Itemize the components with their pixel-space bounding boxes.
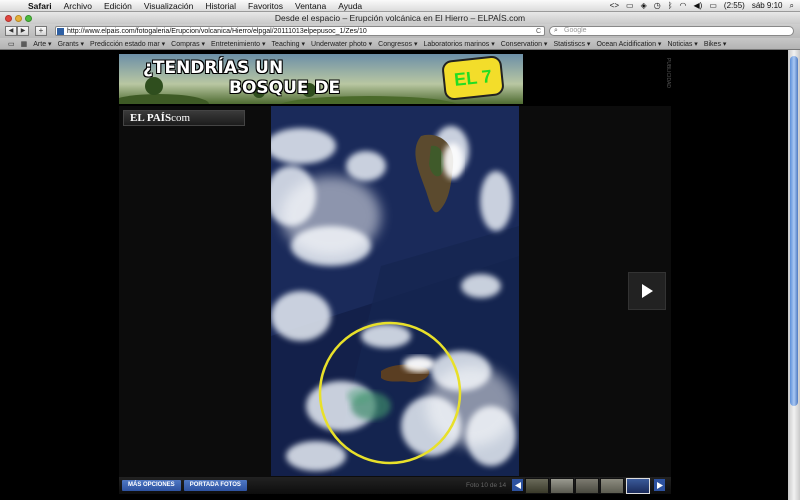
thumbnail[interactable]	[600, 478, 624, 494]
site-favicon-icon	[57, 28, 64, 35]
elpais-logo[interactable]: EL PAÍScom	[123, 110, 245, 126]
battery-icon[interactable]: ▭	[709, 1, 717, 10]
reload-icon[interactable]: C	[536, 27, 541, 35]
menu-visualizacion[interactable]: Visualización	[138, 1, 199, 11]
search-icon: ⌕	[554, 27, 558, 34]
play-arrow-icon	[642, 284, 653, 298]
bookmark-grants[interactable]: Grants ▾	[55, 40, 87, 48]
menu-favoritos[interactable]: Favoritos	[242, 1, 289, 11]
ad-banner[interactable]: ¿TENDRÍAS UN BOSQUE DE EL 7	[119, 54, 523, 104]
volume-icon[interactable]: ◀)	[694, 1, 703, 10]
address-bar[interactable]: http://www.elpais.com/fotogaleria/Erupci…	[55, 26, 545, 36]
window-title: Desde el espacio – Erupción volcánica en…	[274, 13, 526, 23]
satellite-image-graphic	[271, 106, 519, 476]
more-options-button[interactable]: MÁS OPCIONES	[122, 480, 181, 491]
forward-button[interactable]: ▶	[17, 26, 29, 36]
display-icon[interactable]: ▭	[626, 1, 634, 10]
thumbs-prev-button[interactable]	[512, 479, 523, 491]
logo-main-text: EL PAÍS	[130, 112, 172, 124]
bookmark-noticias[interactable]: Noticias ▾	[664, 40, 700, 48]
bookmark-compras[interactable]: Compras ▾	[168, 40, 208, 48]
battery-time[interactable]: (2:55)	[724, 1, 745, 10]
bookmark-bikes[interactable]: Bikes ▾	[701, 40, 730, 48]
search-input[interactable]: ⌕ Google	[549, 26, 794, 36]
menu-archivo[interactable]: Archivo	[58, 1, 98, 11]
next-photo-button[interactable]	[628, 272, 666, 310]
menu-ventana[interactable]: Ventana	[289, 1, 332, 11]
next-arrow-icon	[656, 481, 663, 489]
search-placeholder: Google	[564, 27, 587, 34]
close-window-icon[interactable]	[5, 14, 12, 22]
window-titlebar: Desde el espacio – Erupción volcánica en…	[0, 12, 800, 24]
prev-arrow-icon	[514, 481, 521, 489]
menu-historial[interactable]: Historial	[199, 1, 242, 11]
bookmark-teaching[interactable]: Teaching ▾	[269, 40, 309, 48]
zoom-window-icon[interactable]	[25, 14, 32, 22]
photo-counter: Foto 10 de 14	[466, 482, 507, 489]
logo-suffix-text: com	[171, 112, 191, 124]
banner-headline-1: ¿TENDRÍAS UN	[143, 58, 284, 78]
menu-ayuda[interactable]: Ayuda	[332, 1, 368, 11]
menu-edicion[interactable]: Edición	[98, 1, 138, 11]
bookmark-ocean-acidification[interactable]: Ocean Acidification ▾	[593, 40, 664, 48]
minimize-window-icon[interactable]	[15, 14, 22, 22]
bookmark-congresos[interactable]: Congresos ▾	[375, 40, 420, 48]
scrollbar-thumb[interactable]	[790, 56, 798, 406]
bookmark-conservation[interactable]: Conservation ▾	[498, 40, 551, 48]
satellite-photo[interactable]	[271, 106, 519, 476]
dropbox-icon[interactable]: ◈	[641, 1, 647, 10]
top-sites-icon[interactable]: ▦	[18, 40, 31, 48]
bluetooth-icon[interactable]: ᛒ	[668, 1, 673, 10]
thumbs-next-button[interactable]	[654, 479, 665, 491]
spotlight-icon[interactable]: ⌕	[790, 1, 794, 11]
back-button[interactable]: ◀	[5, 26, 17, 36]
bookmark-prediccion[interactable]: Predicción estado mar ▾	[87, 40, 168, 48]
banner-right-area	[523, 54, 663, 104]
add-bookmark-button[interactable]: +	[35, 26, 47, 36]
bookmark-statistiscs[interactable]: Statistiscs ▾	[550, 40, 593, 48]
menu-safari[interactable]: Safari	[22, 1, 58, 11]
thumbnail[interactable]	[575, 478, 599, 494]
banner-side-label: PUBLICIDAD	[665, 58, 671, 89]
bookmark-laboratorios[interactable]: Laboratorios marinos ▾	[421, 40, 498, 48]
thumbnail[interactable]	[550, 478, 574, 494]
photo-cover-button[interactable]: PORTADA FOTOS	[183, 480, 247, 491]
reading-list-icon[interactable]: ▭	[5, 40, 18, 48]
wifi-icon[interactable]: ◠	[680, 1, 687, 10]
address-bar-url: http://www.elpais.com/fotogaleria/Erupci…	[67, 28, 367, 35]
bookmark-underwater-photo[interactable]: Underwater photo ▾	[308, 40, 375, 48]
clock[interactable]: sáb 9:10	[752, 1, 783, 10]
bookmark-arte[interactable]: Arte ▾	[30, 40, 54, 48]
thumbnail[interactable]	[525, 478, 549, 494]
thumbnail-selected[interactable]	[626, 478, 650, 494]
menubar-status-area: <> ▭ ◈ ◷ ᛒ ◠ ◀) ▭ (2:55) sáb 9:10 ⌕	[610, 1, 800, 11]
macos-menubar: Safari Archivo Edición Visualización His…	[0, 0, 800, 12]
script-menu-icon[interactable]: <>	[610, 1, 619, 10]
time-machine-icon[interactable]: ◷	[654, 1, 661, 10]
bookmark-entretenimiento[interactable]: Entretenimiento ▾	[208, 40, 269, 48]
bookmarks-bar: ▭ ▦ Arte ▾ Grants ▾ Predicción estado ma…	[0, 38, 800, 50]
banner-headline-2: BOSQUE DE	[229, 78, 341, 98]
banner-badge: EL 7	[441, 54, 505, 102]
